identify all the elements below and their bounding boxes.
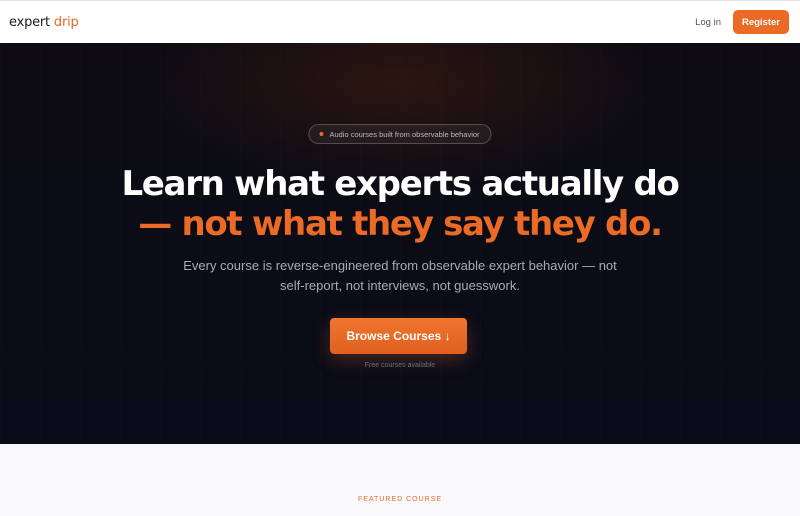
brand-logo[interactable]: expert drip: [9, 15, 79, 30]
hero-title: Learn what experts actually do: [121, 164, 679, 204]
top-navbar: expert drip Log in Register: [0, 0, 800, 43]
free-courses-note: Free courses available: [364, 362, 436, 369]
hero-title-accent: — not what they say they do.: [138, 204, 663, 244]
badge-dot-icon: [319, 132, 324, 136]
logo-text-primary: expert: [9, 14, 50, 30]
browse-courses-button[interactable]: Browse Courses ↓: [330, 318, 467, 354]
hero-section: Audio courses built from observable beha…: [0, 43, 800, 444]
logo-text-accent: drip: [53, 14, 79, 30]
hero-badge: Audio courses built from observable beha…: [308, 124, 492, 144]
register-button[interactable]: Register: [733, 10, 789, 34]
featured-course-label: FEATURED COURSE: [357, 496, 443, 503]
hero-subtitle: Every course is reverse-engineered from …: [183, 258, 617, 293]
login-link[interactable]: Log in: [695, 17, 721, 28]
hero-badge-text: Audio courses built from observable beha…: [329, 129, 480, 139]
nav-actions: Log in Register: [695, 10, 789, 34]
featured-course-section: FEATURED COURSE: [0, 444, 800, 516]
